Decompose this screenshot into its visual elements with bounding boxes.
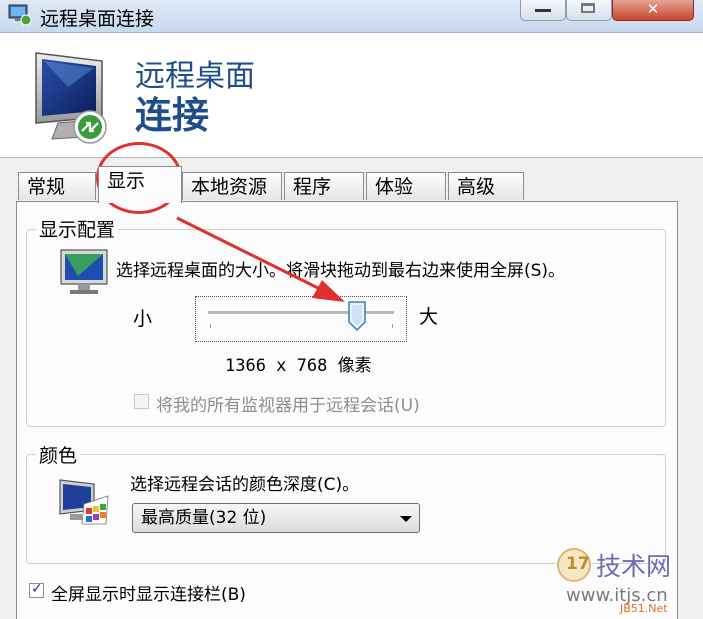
minimize-button[interactable] — [520, 0, 566, 21]
color-monitor-icon — [59, 479, 109, 525]
display-monitor-icon — [60, 249, 108, 294]
maximize-icon — [581, 3, 595, 13]
window-title: 远程桌面连接 — [40, 8, 155, 30]
chevron-down-icon — [400, 516, 412, 522]
resolution-value: 1366 x 768 — [225, 356, 328, 376]
header-title-line2: 连接 — [135, 94, 209, 137]
tab-experience[interactable]: 体验 — [366, 172, 446, 200]
slider-tick — [210, 324, 211, 328]
tab-general[interactable]: 常规 — [18, 172, 96, 200]
slider-min-label: 小 — [133, 308, 153, 330]
header-banner: 远程桌面 连接 — [0, 33, 703, 158]
watermark-main: 技术网 — [596, 552, 672, 581]
maximize-button[interactable] — [566, 0, 612, 21]
color-group-label: 颜色 — [36, 441, 81, 468]
all-monitors-checkbox[interactable] — [134, 394, 149, 409]
connection-bar-label: 全屏显示时显示连接栏(B) — [51, 585, 246, 605]
color-depth-description: 选择远程会话的颜色深度(C)。 — [130, 475, 360, 495]
tab-advanced[interactable]: 高级 — [448, 172, 524, 200]
tab-display[interactable]: 显示 — [98, 166, 182, 203]
resolution-readout: 1366 x 768 像素 — [225, 351, 372, 376]
watermark-number: 17 — [566, 554, 590, 574]
checkmark-icon: ✓ — [31, 581, 43, 597]
minimize-icon — [535, 9, 551, 12]
display-size-description: 选择远程桌面的大小。将滑块拖动到最右边来使用全屏(S)。 — [116, 261, 566, 281]
all-monitors-label: 将我的所有监视器用于远程会话(U) — [156, 396, 420, 416]
color-depth-selected: 最高质量(32 位) — [141, 508, 267, 528]
connection-bar-checkbox[interactable]: ✓ — [29, 581, 44, 598]
watermark-small: JB51.Net — [620, 602, 668, 615]
remote-desktop-monitor-icon — [35, 52, 107, 144]
color-depth-select[interactable]: 最高质量(32 位) — [132, 503, 420, 533]
slider-tick — [392, 324, 393, 328]
slider-max-label: 大 — [419, 306, 439, 328]
close-button[interactable]: ✕ — [612, 0, 694, 21]
remote-desktop-app-icon — [8, 4, 32, 26]
resolution-unit: 像素 — [337, 356, 372, 376]
tab-programs[interactable]: 程序 — [284, 172, 364, 200]
slider-track — [208, 311, 394, 315]
display-config-label: 显示配置 — [36, 215, 119, 242]
resolution-slider[interactable] — [195, 296, 407, 342]
tab-local-resources[interactable]: 本地资源 — [182, 172, 282, 200]
title-bar: 远程桌面连接 ✕ — [0, 0, 703, 33]
close-icon: ✕ — [646, 0, 660, 18]
slider-thumb[interactable] — [348, 301, 366, 331]
